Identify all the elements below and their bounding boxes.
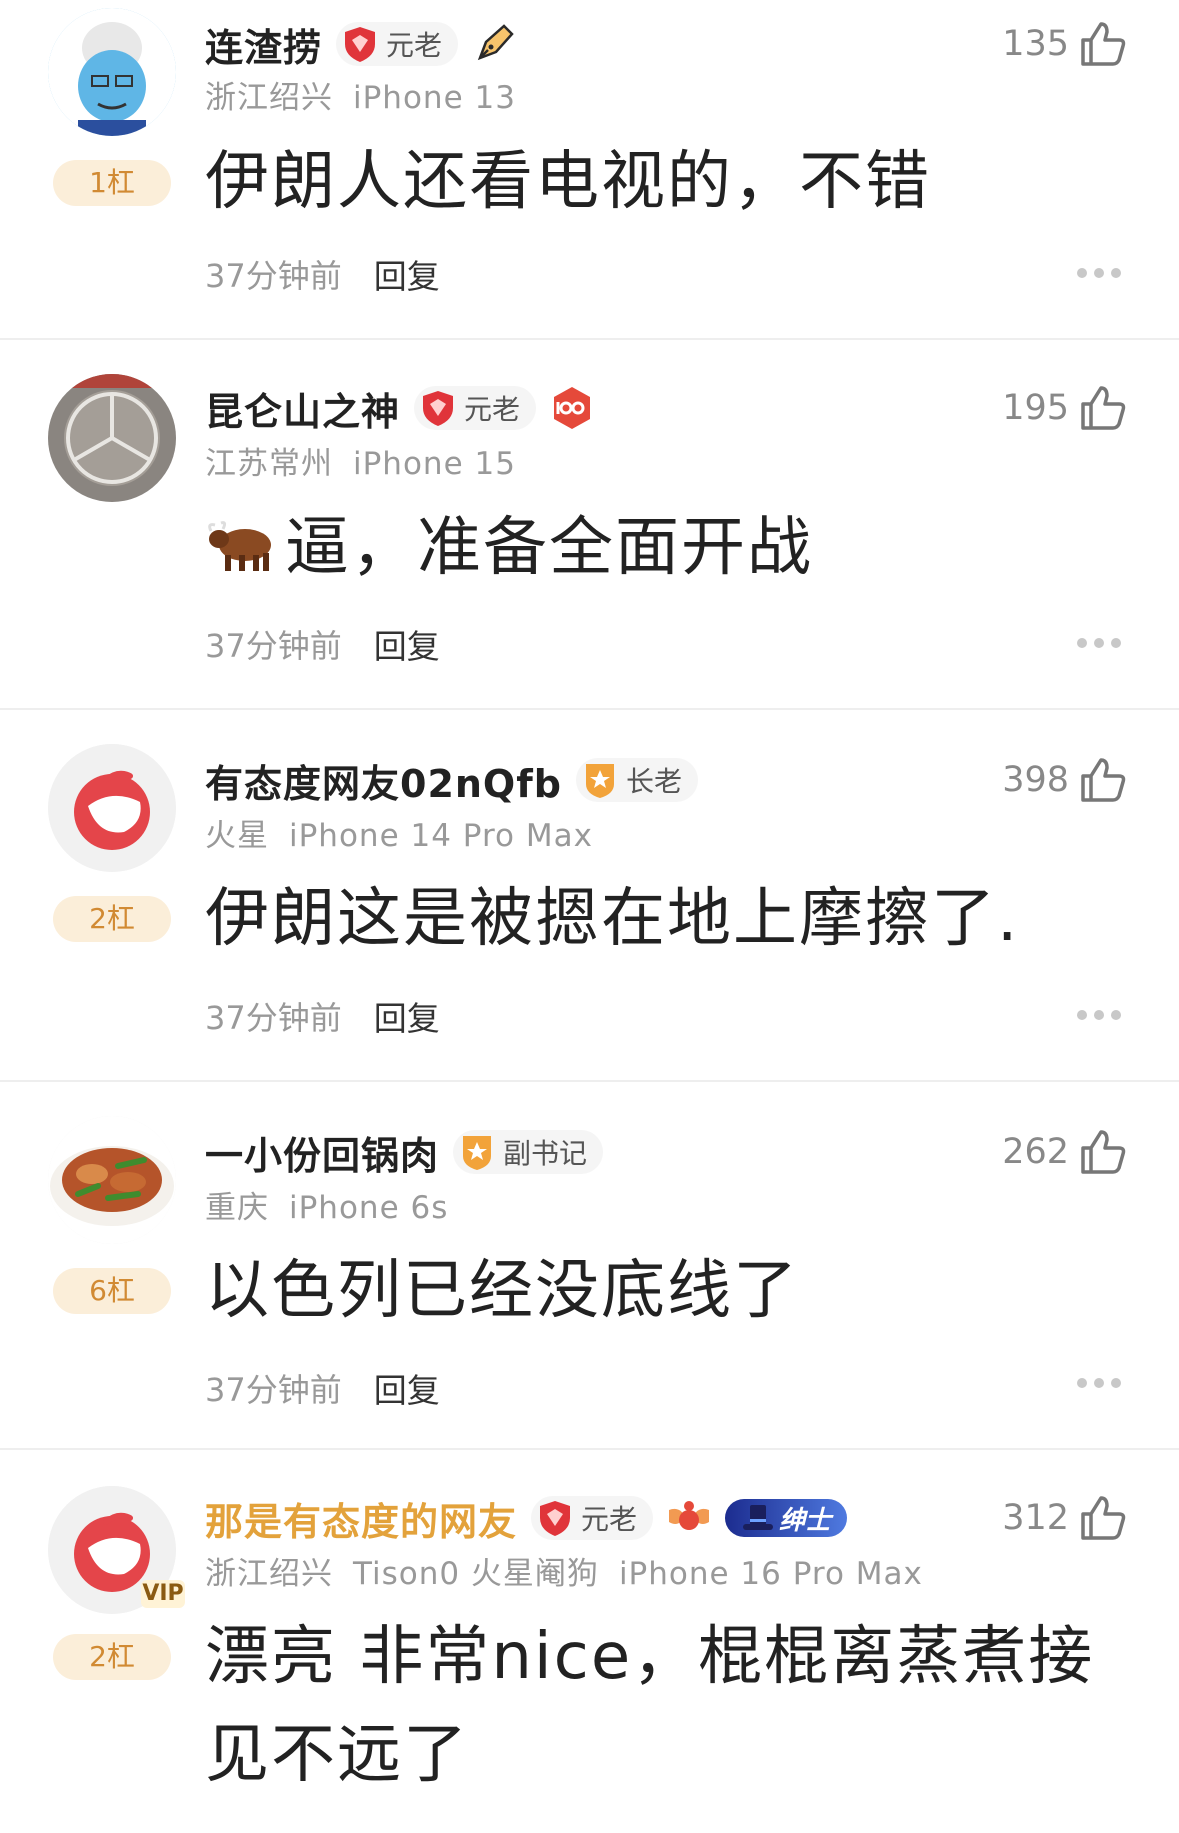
thumbs-up-icon xyxy=(1081,758,1126,802)
badge-label: 元老 xyxy=(386,29,443,62)
username[interactable]: 那是有态度的网友 xyxy=(205,1491,517,1546)
avatar[interactable] xyxy=(48,8,176,136)
location: 江苏常州 xyxy=(205,446,333,482)
avatar[interactable] xyxy=(48,744,176,872)
like-count: 312 xyxy=(1002,1498,1069,1538)
meta-row: 火星 iPhone 14 Pro Max xyxy=(205,810,613,855)
like-button[interactable]: 135 xyxy=(1002,16,1129,72)
divider xyxy=(0,338,1179,340)
username[interactable]: 连渣捞 xyxy=(205,17,322,72)
like-button[interactable]: 195 xyxy=(1002,380,1129,436)
comment-text: 伊朗这是被摁在地上摩擦了. xyxy=(205,882,1020,956)
thumbs-up-icon xyxy=(1081,22,1126,66)
device: iPhone 15 xyxy=(353,446,516,482)
ox-emoji xyxy=(208,521,271,571)
thumbs-up-icon xyxy=(1081,1130,1126,1174)
rank-badge[interactable]: 元老 xyxy=(414,386,537,430)
timestamp: 37分钟前 xyxy=(205,627,342,665)
location: 火星 xyxy=(205,818,269,854)
avatar[interactable] xyxy=(48,1116,176,1244)
comment-text: 漂亮 非常nice，棍棍离蒸煮接见不远了 xyxy=(205,1620,1095,1792)
location: 浙江绍兴 xyxy=(205,1556,333,1592)
like-count: 398 xyxy=(1002,760,1069,800)
thumbs-up-icon xyxy=(1081,1496,1126,1540)
comment-text-body: 逼，准备全面开战 xyxy=(285,511,813,585)
floor-badge: 6杠 xyxy=(53,1268,171,1314)
location: 重庆 xyxy=(205,1190,269,1226)
like-count: 135 xyxy=(1002,24,1069,64)
comment-text: 以色列已经没底线了 xyxy=(205,1254,799,1328)
timestamp: 37分钟前 xyxy=(205,257,342,295)
gentleman-tag[interactable]: 绅士 xyxy=(725,1499,848,1537)
comment-text: 逼，准备全面开战 xyxy=(205,499,1105,597)
channel: Tison0 火星阉狗 xyxy=(353,1556,599,1592)
timestamp: 37分钟前 xyxy=(205,999,342,1037)
rank-badge[interactable]: 元老 xyxy=(336,22,459,66)
device: iPhone 6s xyxy=(289,1190,449,1226)
vip-badge: VIP xyxy=(141,1580,185,1608)
reply-button[interactable]: 回复 xyxy=(374,992,440,1040)
location: 浙江绍兴 xyxy=(205,80,333,116)
ruby-shield-icon xyxy=(540,1501,571,1536)
more-options-icon[interactable] xyxy=(1077,1378,1121,1388)
like-button[interactable]: 262 xyxy=(1002,1124,1129,1180)
badge-label: 长老 xyxy=(625,765,682,798)
avatar[interactable] xyxy=(48,374,176,502)
device: iPhone 14 Pro Max xyxy=(289,818,593,854)
divider xyxy=(0,708,1179,710)
meta-row: 江苏常州 iPhone 15 xyxy=(205,438,536,483)
rank-badge[interactable]: 长老 xyxy=(575,758,698,802)
meta-row: 浙江绍兴 iPhone 13 xyxy=(205,72,536,117)
divider xyxy=(0,1080,1179,1082)
divider xyxy=(0,1448,1179,1450)
wings-medal-icon xyxy=(669,1501,710,1530)
username[interactable]: 有态度网友02nQfb xyxy=(205,753,562,808)
more-options-icon[interactable] xyxy=(1077,638,1121,648)
like-count: 195 xyxy=(1002,388,1069,428)
badge-label: 元老 xyxy=(581,1503,638,1536)
more-options-icon[interactable] xyxy=(1077,268,1121,278)
rank-badge[interactable]: 元老 xyxy=(531,1496,654,1540)
thumbs-up-icon xyxy=(1081,386,1126,430)
ruby-shield-icon xyxy=(423,391,454,426)
pen-icon xyxy=(477,24,514,61)
floor-badge: 1杠 xyxy=(53,160,171,206)
badge-label: 副书记 xyxy=(503,1137,588,1170)
like-count: 262 xyxy=(1002,1132,1069,1172)
username[interactable]: 昆仑山之神 xyxy=(205,381,400,436)
device: iPhone 13 xyxy=(353,80,516,116)
ruby-shield-icon xyxy=(345,27,376,62)
meta-row: 浙江绍兴 Tison0 火星阉狗 iPhone 16 Pro Max xyxy=(205,1548,943,1593)
reply-button[interactable]: 回复 xyxy=(374,620,440,668)
floor-badge: 2杠 xyxy=(53,1634,171,1680)
badge-label: 元老 xyxy=(464,393,521,426)
username[interactable]: 一小份回锅肉 xyxy=(205,1125,439,1180)
tag-label: 绅士 xyxy=(779,1505,832,1536)
floor-badge: 2杠 xyxy=(53,896,171,942)
reply-button[interactable]: 回复 xyxy=(374,1364,440,1412)
star-badge-icon xyxy=(585,764,614,798)
like-button[interactable]: 312 xyxy=(1002,1490,1129,1546)
more-options-icon[interactable] xyxy=(1077,1010,1121,1020)
reply-button[interactable]: 回复 xyxy=(374,250,440,298)
rank-badge[interactable]: 副书记 xyxy=(453,1130,604,1174)
top-hat-icon xyxy=(743,1505,774,1530)
comment-text: 伊朗人还看电视的，不错 xyxy=(205,145,931,219)
like-button[interactable]: 398 xyxy=(1002,752,1129,808)
100-medal-icon xyxy=(554,387,591,429)
meta-row: 重庆 iPhone 6s xyxy=(205,1182,468,1227)
device: iPhone 16 Pro Max xyxy=(618,1556,923,1592)
timestamp: 37分钟前 xyxy=(205,1371,342,1409)
star-badge-icon xyxy=(463,1136,492,1170)
